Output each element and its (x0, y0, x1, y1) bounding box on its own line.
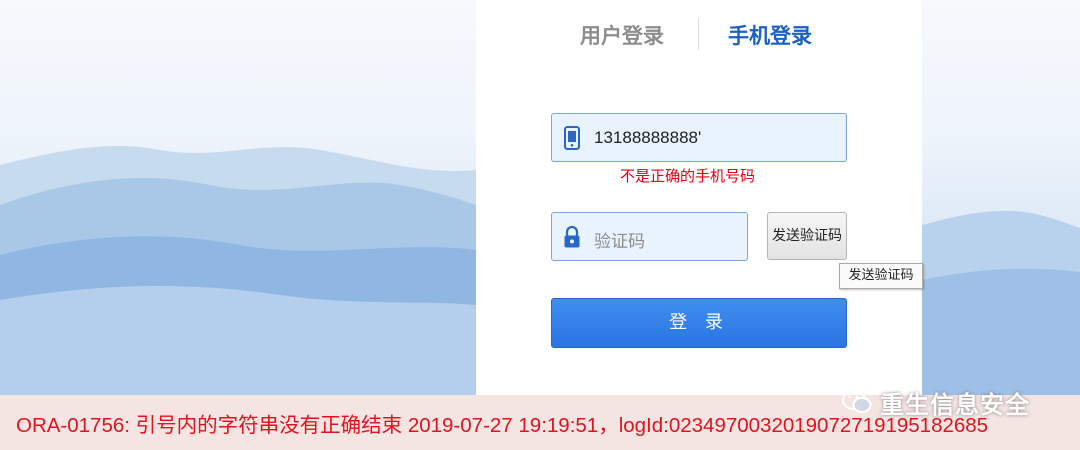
send-code-button[interactable]: 发送验证码 (767, 212, 847, 260)
code-placeholder: 验证码 (594, 232, 645, 252)
tab-divider (698, 18, 699, 50)
verification-code-input[interactable]: 验证码 (551, 212, 748, 261)
mobile-phone-icon (564, 126, 580, 150)
phone-input[interactable]: 13188888888' (551, 113, 847, 162)
phone-error-message: 不是正确的手机号码 (620, 167, 756, 185)
watermark: 重生信息安全 (842, 385, 1030, 419)
login-button[interactable]: 登 录 (551, 298, 847, 348)
lock-icon (564, 225, 580, 248)
watermark-text: 重生信息安全 (880, 390, 1030, 419)
tab-phone-login[interactable]: 手机登录 (728, 20, 812, 50)
phone-value: 13188888888' (594, 128, 702, 147)
login-tabs: 用户登录 手机登录 (476, 0, 922, 70)
tab-user-login[interactable]: 用户登录 (580, 20, 664, 50)
send-code-tooltip: 发送验证码 (839, 263, 923, 289)
login-card: 用户登录 手机登录 13188888888' 不是正确的手机号码 验证码 发送验… (476, 0, 922, 395)
wechat-icon (842, 390, 872, 413)
